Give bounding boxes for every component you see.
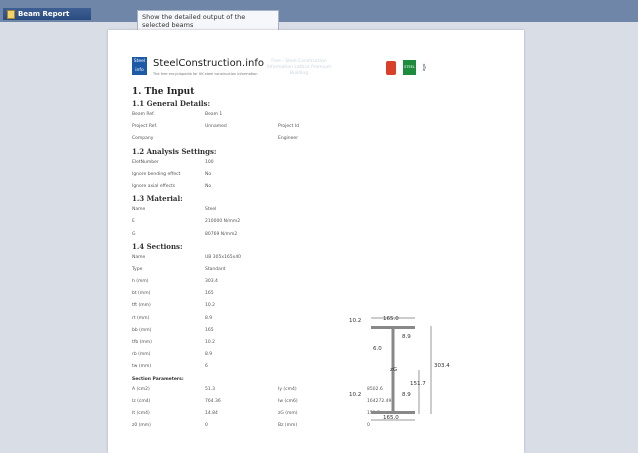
table-row: G 80769 N/mm2	[132, 230, 512, 242]
r-top-label: 8.9	[402, 334, 411, 340]
row-value: 303.4	[205, 279, 218, 285]
organisation-logo-2: STEEL	[403, 60, 416, 75]
table-row: h (mm) 303.4	[132, 277, 512, 289]
row-label: Ignore axial effects	[132, 183, 176, 189]
heading-input: 1. The Input	[132, 87, 195, 97]
row-value: 100	[205, 159, 214, 165]
row-label: Engineer	[278, 136, 299, 142]
table-row: z0 (mm) 0 Bz (mm) 0	[132, 421, 512, 433]
row-value: Beam 1	[205, 112, 223, 117]
row-label: bt (mm)	[132, 291, 151, 297]
row-value: 764.36	[205, 398, 221, 404]
web-t-label: 6.0	[373, 346, 382, 352]
row-value: 165	[205, 327, 214, 333]
row-label: Name	[132, 254, 146, 260]
row-value: Standard	[205, 266, 226, 272]
width-bot-label: 165.0	[383, 415, 399, 421]
row-label: Iz (cm4)	[132, 398, 151, 404]
heading-sections: 1.4 Sections:	[132, 241, 183, 251]
row-label: Bz (mm)	[278, 423, 298, 429]
table-row: Name Steel	[132, 205, 512, 217]
i-section-diagram: 10.2 165.0 8.9 6.0 zG 303.4 151.7 10.2 8…	[349, 316, 450, 421]
row-label: Project Id	[278, 124, 300, 130]
row-label: Beam Ref.	[132, 112, 155, 117]
report-page[interactable]: Steel info SteelConstruction.info The fr…	[108, 30, 524, 453]
table-row: EletNumber 100	[132, 158, 512, 170]
row-value: Unnamed	[205, 124, 227, 130]
row-value: 0	[205, 423, 208, 429]
organisation-logo-3-icon: ⟫	[422, 63, 427, 72]
row-value: 8.9	[205, 352, 213, 358]
table-row: bt (mm) 165	[132, 289, 512, 301]
table-row: Name UB 305x165x40	[132, 253, 512, 265]
row-label: Name	[132, 207, 146, 213]
r-bot-label: 8.9	[402, 392, 411, 398]
row-label: tft (mm)	[132, 303, 151, 309]
row-label: EletNumber	[132, 159, 159, 165]
row-value: 10.2	[205, 303, 216, 309]
height-label: 303.4	[434, 363, 450, 369]
row-label: bb (mm)	[132, 327, 152, 333]
table-row: Company Engineer	[132, 134, 512, 146]
report-icon	[7, 9, 15, 19]
row-value: No	[205, 183, 212, 189]
row-value: 8.9	[205, 315, 213, 321]
tooltip: Show the detailed output of the selected…	[137, 10, 279, 32]
row-value: 10.2	[205, 340, 216, 345]
flange-t-top-label: 10.2	[349, 318, 361, 324]
table-row: Type Standard	[132, 265, 512, 277]
brand-title: SteelConstruction.info	[153, 58, 264, 69]
row-value: Steel	[205, 207, 217, 213]
row-label: Ignore bending effect	[132, 171, 181, 177]
table-row: Beam Ref. Beam 1	[132, 110, 512, 122]
width-top-label: 165.0	[383, 316, 399, 322]
row-label: A (cm2)	[132, 386, 150, 392]
watermark-text: Free - Steel Construction Information La…	[266, 59, 332, 76]
row-label: z0 (mm)	[132, 423, 151, 429]
row-label: Iy (cm4)	[278, 386, 297, 392]
steel-info-logo: Steel info	[132, 57, 147, 75]
row-value: UB 305x165x40	[205, 254, 242, 260]
row-label: Iw (cm6)	[278, 398, 298, 404]
row-value: 51.3	[205, 386, 216, 392]
organisation-logo-1	[386, 61, 396, 75]
row-label: Type	[132, 266, 143, 272]
row-label: zG (mm)	[278, 410, 298, 416]
heading-analysis: 1.2 Analysis Settings:	[132, 146, 217, 156]
row-label: rt (mm)	[132, 315, 150, 321]
table-row: Ignore bending effect No	[132, 170, 512, 182]
table-row: E 210000 N/mm2	[132, 217, 512, 229]
bottom-flange	[371, 411, 415, 414]
row-label: E	[132, 219, 135, 225]
row-label: It (cm4)	[132, 410, 150, 416]
row-label: h (mm)	[132, 279, 149, 285]
row-label: rb (mm)	[132, 352, 151, 358]
title-bar	[0, 0, 638, 22]
flange-t-bot-label: 10.2	[349, 392, 361, 398]
row-value: 80769 N/mm2	[205, 231, 238, 237]
zg-label: 151.7	[410, 381, 426, 387]
tab-label: Beam Report	[18, 10, 70, 18]
row-value: 165	[205, 291, 214, 297]
heading-material: 1.3 Material:	[132, 194, 183, 204]
report-header: Steel info SteelConstruction.info The fr…	[132, 57, 512, 87]
row-label: tfb (mm)	[132, 340, 152, 345]
row-value: No	[205, 171, 212, 177]
table-row: Project Ref. Unnamed Project Id	[132, 122, 512, 134]
brand-tagline: The free encyclopedia for UK steel const…	[153, 72, 258, 76]
row-value: 6	[205, 364, 208, 370]
table-row: Ignore axial effects No	[132, 182, 512, 194]
row-label: G	[132, 231, 136, 237]
centroid-label: zG	[390, 367, 397, 373]
row-label: tw (mm)	[132, 364, 152, 370]
heading-general: 1.1 General Details:	[132, 99, 211, 108]
top-flange	[371, 326, 415, 329]
row-label: Project Ref.	[132, 124, 158, 130]
row-value: 0	[367, 423, 370, 429]
row-value: 210000 N/mm2	[205, 219, 241, 225]
row-value: 14.84	[205, 410, 218, 416]
tab-beam-report[interactable]: Beam Report	[3, 8, 92, 20]
row-label: Company	[132, 136, 154, 142]
